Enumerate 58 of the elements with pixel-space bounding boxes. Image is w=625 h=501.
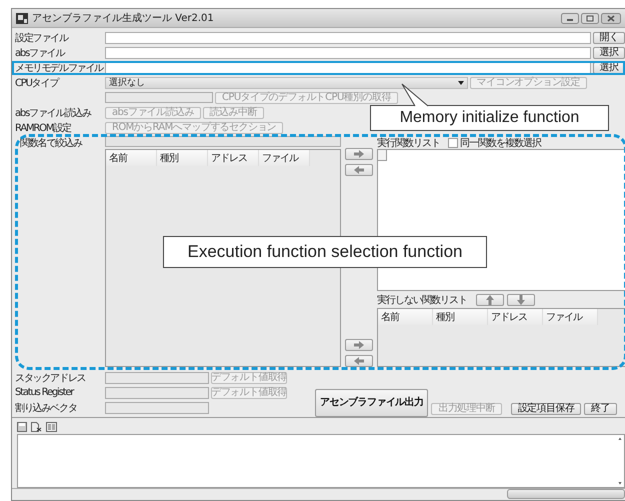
cpu-type-dropdown[interactable]: 選択なし bbox=[105, 76, 468, 88]
field-label: スタックアドレス bbox=[15, 372, 86, 384]
left-arrow-icon bbox=[354, 166, 364, 174]
callout-text: Memory initialize function bbox=[400, 109, 580, 127]
register-field[interactable] bbox=[105, 386, 209, 398]
column-header[interactable]: 種別 bbox=[157, 150, 208, 166]
browse-button[interactable]: 選択 bbox=[593, 46, 625, 58]
minimize-button[interactable] bbox=[561, 12, 579, 24]
down-arrow-icon bbox=[517, 294, 525, 304]
field-label: RAMROM設定 bbox=[15, 122, 72, 134]
list-label: 実行関数リスト bbox=[377, 136, 440, 150]
field-label: Status Register bbox=[15, 387, 75, 398]
path-field[interactable] bbox=[105, 32, 591, 44]
column-header[interactable]: アドレス bbox=[488, 309, 543, 325]
register-field[interactable] bbox=[105, 402, 209, 414]
move-left-button[interactable] bbox=[345, 164, 373, 176]
action-button[interactable]: 設定項目保存 bbox=[510, 403, 582, 415]
field-label: 関数名で絞込み bbox=[19, 138, 82, 149]
move-down-button[interactable] bbox=[507, 294, 535, 306]
multi-select-checkbox[interactable]: 同一関数を複数選択 bbox=[448, 136, 541, 150]
column-header[interactable]: アドレス bbox=[208, 150, 259, 166]
field-label: 設定ファイル bbox=[15, 32, 70, 44]
move-right-button[interactable] bbox=[345, 339, 373, 351]
field-label: absファイル bbox=[15, 46, 66, 60]
maximize-button[interactable] bbox=[581, 12, 599, 24]
cpu-field[interactable] bbox=[105, 92, 213, 103]
field-label: メモリモデルファイル bbox=[15, 62, 103, 74]
field-label: 割り込みベクタ bbox=[15, 402, 78, 414]
field-label: absファイル読込み bbox=[15, 106, 92, 120]
clear-document-icon[interactable] bbox=[31, 422, 42, 432]
move-right-button[interactable] bbox=[345, 148, 373, 160]
save-icon[interactable] bbox=[17, 422, 27, 432]
move-left-button[interactable] bbox=[345, 355, 373, 367]
document-icon[interactable] bbox=[46, 422, 57, 432]
register-field[interactable] bbox=[105, 372, 209, 384]
move-up-button[interactable] bbox=[476, 294, 504, 306]
column-header[interactable]: 種別 bbox=[433, 309, 488, 325]
right-arrow-icon bbox=[354, 341, 364, 349]
filter-field[interactable] bbox=[105, 136, 341, 147]
callout-text: Execution function selection function bbox=[187, 242, 462, 262]
right-arrow-icon bbox=[354, 150, 364, 158]
window-title: アセンブラファイル生成ツール Ver2.01 bbox=[32, 12, 215, 25]
scrollbar-drawing bbox=[617, 436, 623, 486]
column-header[interactable]: 名前 bbox=[378, 309, 433, 325]
close-button[interactable] bbox=[601, 12, 621, 24]
column-header[interactable]: 名前 bbox=[106, 150, 157, 166]
field-label: CPUタイプ bbox=[15, 76, 60, 90]
dropdown-arrow-icon bbox=[458, 80, 464, 84]
column-header[interactable]: ファイル bbox=[543, 309, 598, 325]
up-arrow-icon bbox=[486, 294, 494, 304]
app-icon bbox=[16, 12, 28, 24]
action-button[interactable]: 終了 bbox=[584, 403, 618, 415]
list-label: 実行しない関数リスト bbox=[377, 294, 468, 306]
browse-button[interactable]: 開く bbox=[593, 32, 625, 44]
left-arrow-icon bbox=[354, 357, 364, 365]
path-field[interactable] bbox=[105, 46, 591, 58]
column-header[interactable]: ファイル bbox=[259, 150, 310, 166]
output-button[interactable]: アセンブラファイル出力 bbox=[315, 389, 428, 417]
